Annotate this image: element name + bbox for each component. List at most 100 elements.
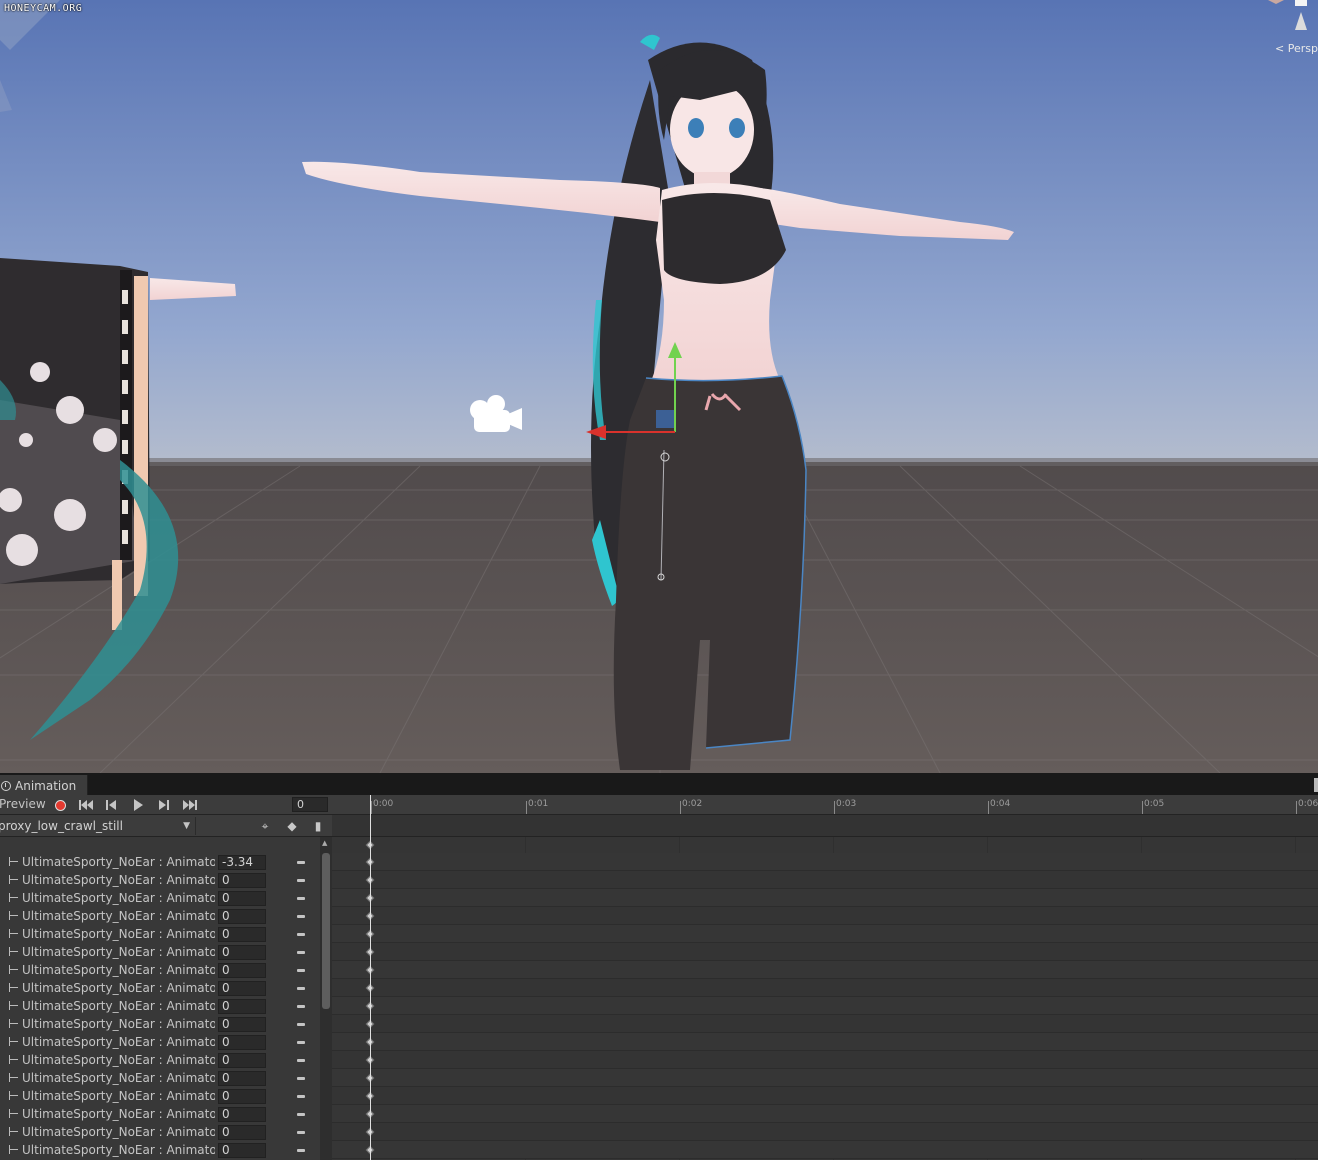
property-row[interactable]: UltimateSporty_NoEar : Animator.C 0	[0, 889, 318, 907]
property-menu-icon[interactable]	[297, 932, 305, 936]
property-row[interactable]: UltimateSporty_NoEar : Animator.Le0	[0, 1123, 318, 1141]
property-row[interactable]: UltimateSporty_NoEar : Animator.Le0	[0, 1087, 318, 1105]
dopesheet-row[interactable]	[332, 925, 1318, 943]
property-menu-icon[interactable]	[297, 968, 305, 972]
frame-input[interactable]: 0	[292, 797, 328, 812]
events-row[interactable]	[332, 815, 1318, 837]
add-keyframe-icon: ◆	[287, 819, 297, 833]
scene-view[interactable]: HONEYCAM.ORG < Persp	[0, 0, 1318, 773]
property-menu-icon[interactable]	[297, 1022, 305, 1026]
property-value-field[interactable]: 0	[218, 872, 266, 888]
dopesheet-row[interactable]	[332, 997, 1318, 1015]
preview-toggle[interactable]: Preview	[0, 797, 46, 811]
dopesheet-row[interactable]	[332, 1105, 1318, 1123]
dopesheet-row[interactable]	[332, 853, 1318, 871]
dopesheet[interactable]	[332, 837, 1318, 1160]
property-menu-icon[interactable]	[297, 1004, 305, 1008]
property-value-field[interactable]: 0	[218, 1052, 266, 1068]
scroll-thumb[interactable]	[322, 853, 330, 1009]
property-value-field[interactable]: 0	[218, 908, 266, 924]
property-value-field[interactable]: 0	[218, 926, 266, 942]
property-value-field[interactable]: 0	[218, 980, 266, 996]
property-menu-icon[interactable]	[297, 1058, 305, 1062]
first-key-icon	[79, 800, 93, 810]
property-value-field[interactable]: 0	[218, 1070, 266, 1086]
dopesheet-row[interactable]	[332, 943, 1318, 961]
property-menu-icon[interactable]	[297, 1112, 305, 1116]
property-row[interactable]: UltimateSporty_NoEar : Animator.H 0	[0, 907, 318, 925]
property-menu-icon[interactable]	[297, 914, 305, 918]
next-key-button[interactable]	[152, 797, 176, 813]
dopesheet-row[interactable]	[332, 871, 1318, 889]
property-value-field[interactable]: 0	[218, 1034, 266, 1050]
property-row[interactable]: UltimateSporty_NoEar : Animator.Le0	[0, 1069, 318, 1087]
property-menu-icon[interactable]	[297, 950, 305, 954]
add-keyframe-button[interactable]: ◆	[282, 818, 302, 834]
scroll-up-icon[interactable]: ▲	[322, 839, 327, 847]
property-value-field[interactable]: 0	[218, 1124, 266, 1140]
property-value-field[interactable]: 0	[218, 1106, 266, 1122]
clip-dropdown[interactable]: proxy_low_crawl_still ▼	[0, 817, 196, 835]
dopesheet-row[interactable]	[332, 907, 1318, 925]
property-row[interactable]: UltimateSporty_NoEar : Animator.Le0	[0, 1015, 318, 1033]
property-row[interactable]: UltimateSporty_NoEar : Animator.Le0	[0, 1141, 318, 1159]
property-menu-icon[interactable]	[297, 1076, 305, 1080]
projection-label[interactable]: < Persp	[1275, 42, 1318, 55]
last-key-button[interactable]	[178, 797, 202, 813]
clock-icon	[1, 780, 11, 791]
property-value-field[interactable]: 0	[218, 1088, 266, 1104]
dopesheet-row[interactable]	[332, 889, 1318, 907]
dopesheet-row[interactable]	[332, 1069, 1318, 1087]
dopesheet-row[interactable]	[332, 961, 1318, 979]
last-key-icon	[183, 800, 197, 810]
property-menu-icon[interactable]	[297, 860, 305, 864]
property-value-field[interactable]: 0	[218, 890, 266, 906]
property-row[interactable]: UltimateSporty_NoEar : Animator.Le0	[0, 997, 318, 1015]
property-value-field[interactable]: 0	[218, 1142, 266, 1158]
property-row[interactable]: UltimateSporty_NoEar : Animator.H 0	[0, 925, 318, 943]
first-key-button[interactable]	[74, 797, 98, 813]
prev-key-button[interactable]	[100, 797, 124, 813]
property-row[interactable]: UltimateSporty_NoEar : Animator.H 0	[0, 943, 318, 961]
dopesheet-row[interactable]	[332, 1033, 1318, 1051]
property-value-field[interactable]: 0	[218, 962, 266, 978]
window-menu-icon[interactable]	[1314, 778, 1318, 792]
property-name: UltimateSporty_NoEar : Animator.C	[22, 873, 215, 887]
property-menu-icon[interactable]	[297, 1040, 305, 1044]
dopesheet-row[interactable]	[332, 1051, 1318, 1069]
property-name: UltimateSporty_NoEar : Animator.Le	[22, 1053, 215, 1067]
ruler-label: 0:05	[1144, 799, 1165, 809]
scene-canvas[interactable]	[0, 0, 1318, 773]
dopesheet-row[interactable]	[332, 1123, 1318, 1141]
property-menu-icon[interactable]	[297, 878, 305, 882]
property-row[interactable]: UltimateSporty_NoEar : Animator.Le0	[0, 1033, 318, 1051]
playhead[interactable]	[370, 795, 371, 1160]
property-menu-icon[interactable]	[297, 896, 305, 900]
tab-animation[interactable]: Animation	[0, 775, 88, 796]
property-row[interactable]: UltimateSporty_NoEar : Animator.Le0	[0, 979, 318, 997]
play-icon	[134, 799, 143, 811]
add-event-button[interactable]: ▮	[308, 818, 328, 834]
property-menu-icon[interactable]	[297, 1130, 305, 1134]
dopesheet-row[interactable]	[332, 1141, 1318, 1159]
property-row[interactable]: UltimateSporty_NoEar : Animator.Le0	[0, 1105, 318, 1123]
property-menu-icon[interactable]	[297, 1148, 305, 1152]
play-button[interactable]	[126, 797, 150, 813]
dopesheet-row[interactable]	[332, 1015, 1318, 1033]
property-row[interactable]: UltimateSporty_NoEar : Animator.C 0	[0, 871, 318, 889]
property-menu-icon[interactable]	[297, 1094, 305, 1098]
property-value-field[interactable]: 0	[218, 1016, 266, 1032]
property-menu-icon[interactable]	[297, 986, 305, 990]
property-value-field[interactable]: 0	[218, 944, 266, 960]
record-button[interactable]	[48, 797, 72, 813]
dopesheet-row[interactable]	[332, 979, 1318, 997]
property-scrollbar[interactable]: ▲	[320, 837, 332, 1160]
property-value-field[interactable]: -3.34	[218, 854, 266, 870]
property-value-field[interactable]: 0	[218, 998, 266, 1014]
property-row[interactable]: UltimateSporty_NoEar : Animator.Le0	[0, 1051, 318, 1069]
dopesheet-row[interactable]	[332, 1087, 1318, 1105]
filter-button[interactable]: ⌖	[255, 818, 275, 834]
property-row[interactable]: UltimateSporty_NoEar : Animator.Le0	[0, 961, 318, 979]
property-row[interactable]: UltimateSporty_NoEar : Animator.C -3.34	[0, 853, 318, 871]
timeline-ruler[interactable]: 0:00 0:01 0:02 0:03 0:04 0:05 0:06	[332, 795, 1318, 815]
